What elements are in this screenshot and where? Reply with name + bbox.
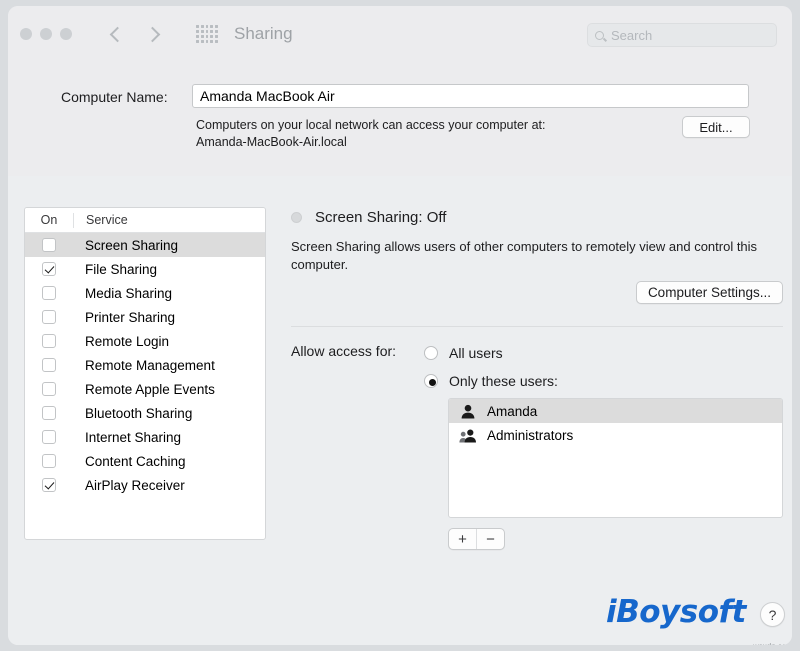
checkbox-icon[interactable] xyxy=(42,454,56,468)
service-name: Remote Apple Events xyxy=(73,382,215,397)
computer-name-section: Computer Name: Amanda MacBook Air Comput… xyxy=(8,62,792,176)
column-header-on: On xyxy=(25,213,73,227)
service-description: Screen Sharing allows users of other com… xyxy=(291,238,781,274)
title-bar: Sharing Search xyxy=(8,6,792,62)
checkbox-cell xyxy=(25,358,73,372)
service-name: Screen Sharing xyxy=(73,238,178,253)
checkbox-cell xyxy=(25,454,73,468)
checkbox-icon[interactable] xyxy=(42,358,56,372)
checkbox-icon[interactable] xyxy=(42,286,56,300)
service-name: AirPlay Receiver xyxy=(73,478,185,493)
service-name: Remote Login xyxy=(73,334,169,349)
traffic-lights xyxy=(20,28,72,40)
computer-name-field[interactable]: Amanda MacBook Air xyxy=(192,84,749,108)
system-preferences-window: Sharing Search Computer Name: Amanda Mac… xyxy=(8,6,792,645)
add-user-button[interactable]: + xyxy=(449,529,476,549)
checkbox-cell xyxy=(25,286,73,300)
service-row-printer-sharing[interactable]: Printer Sharing xyxy=(25,305,265,329)
edit-button[interactable]: Edit... xyxy=(682,116,750,138)
single-user-icon xyxy=(459,404,477,419)
checkbox-cell xyxy=(25,406,73,420)
service-name: Printer Sharing xyxy=(73,310,175,325)
page-title: Sharing xyxy=(234,24,293,44)
service-row-internet-sharing[interactable]: Internet Sharing xyxy=(25,425,265,449)
service-row-file-sharing[interactable]: File Sharing xyxy=(25,257,265,281)
watermark: wsxdn.com xyxy=(753,642,792,645)
navigation-buttons xyxy=(112,29,158,40)
group-users-icon xyxy=(459,428,477,443)
list-item[interactable]: Amanda xyxy=(449,399,782,423)
grid-icon[interactable] xyxy=(196,25,218,43)
service-rows: Screen Sharing File Sharing Media Sharing P… xyxy=(25,233,265,497)
service-list: On Service Screen Sharing File Sharing Med… xyxy=(24,207,266,540)
user-name: Administrators xyxy=(487,428,573,443)
service-name: Media Sharing xyxy=(73,286,172,301)
radio-only-these-users-label: Only these users: xyxy=(449,373,558,389)
service-row-screen-sharing[interactable]: Screen Sharing xyxy=(25,233,265,257)
service-row-remote-login[interactable]: Remote Login xyxy=(25,329,265,353)
iboysoft-logo: iBoysoft xyxy=(606,594,746,630)
checkbox-icon[interactable] xyxy=(42,238,56,252)
maximize-button[interactable] xyxy=(60,28,72,40)
access-radio-group: All users Only these users: xyxy=(424,341,558,393)
service-name: Internet Sharing xyxy=(73,430,181,445)
checkbox-cell xyxy=(25,238,73,252)
help-button[interactable]: ? xyxy=(760,602,785,627)
remove-user-button[interactable]: − xyxy=(476,529,504,549)
status-text: Screen Sharing: Off xyxy=(315,209,446,226)
description-line-1: Computers on your local network can acce… xyxy=(196,117,545,134)
description-line-2: Amanda-MacBook-Air.local xyxy=(196,134,545,151)
radio-option-only-these-users[interactable]: Only these users: xyxy=(424,369,558,393)
checkbox-cell xyxy=(25,334,73,348)
service-name: Bluetooth Sharing xyxy=(73,406,192,421)
detail-divider xyxy=(291,326,783,327)
radio-all-users-icon[interactable] xyxy=(424,346,438,360)
list-item[interactable]: Administrators xyxy=(449,423,782,447)
service-row-remote-apple-events[interactable]: Remote Apple Events xyxy=(25,377,265,401)
checkbox-icon[interactable] xyxy=(42,334,56,348)
checkbox-icon[interactable] xyxy=(42,478,56,492)
checkbox-icon[interactable] xyxy=(42,262,56,276)
service-row-airplay-receiver[interactable]: AirPlay Receiver xyxy=(25,473,265,497)
minimize-button[interactable] xyxy=(40,28,52,40)
radio-only-these-users-icon[interactable] xyxy=(424,374,438,388)
service-list-header: On Service xyxy=(25,208,265,233)
close-button[interactable] xyxy=(20,28,32,40)
search-input[interactable]: Search xyxy=(587,23,777,47)
checkbox-cell xyxy=(25,478,73,492)
checkbox-icon[interactable] xyxy=(42,382,56,396)
sharing-content: On Service Screen Sharing File Sharing Med… xyxy=(8,176,792,645)
back-icon[interactable] xyxy=(110,26,126,42)
user-add-remove-control: + − xyxy=(448,528,505,550)
checkbox-cell xyxy=(25,382,73,396)
search-placeholder: Search xyxy=(611,28,652,43)
user-name: Amanda xyxy=(487,404,537,419)
checkbox-cell xyxy=(25,430,73,444)
computer-name-label: Computer Name: xyxy=(61,89,168,105)
checkbox-icon[interactable] xyxy=(42,406,56,420)
service-status: Screen Sharing: Off xyxy=(291,209,446,226)
computer-name-description: Computers on your local network can acce… xyxy=(196,117,545,151)
allow-access-label: Allow access for: xyxy=(291,343,396,359)
service-name: Remote Management xyxy=(73,358,215,373)
checkbox-cell xyxy=(25,262,73,276)
computer-settings-button[interactable]: Computer Settings... xyxy=(636,281,783,304)
search-icon xyxy=(595,31,604,40)
allowed-users-list: Amanda Administrators xyxy=(448,398,783,518)
service-row-bluetooth-sharing[interactable]: Bluetooth Sharing xyxy=(25,401,265,425)
service-row-content-caching[interactable]: Content Caching xyxy=(25,449,265,473)
service-name: Content Caching xyxy=(73,454,186,469)
checkbox-icon[interactable] xyxy=(42,310,56,324)
service-row-remote-management[interactable]: Remote Management xyxy=(25,353,265,377)
column-header-service: Service xyxy=(73,213,265,228)
checkbox-icon[interactable] xyxy=(42,430,56,444)
radio-option-all-users[interactable]: All users xyxy=(424,341,558,365)
service-row-media-sharing[interactable]: Media Sharing xyxy=(25,281,265,305)
radio-all-users-label: All users xyxy=(449,345,503,361)
status-indicator-icon xyxy=(291,212,302,223)
forward-icon[interactable] xyxy=(145,26,161,42)
checkbox-cell xyxy=(25,310,73,324)
service-name: File Sharing xyxy=(73,262,157,277)
